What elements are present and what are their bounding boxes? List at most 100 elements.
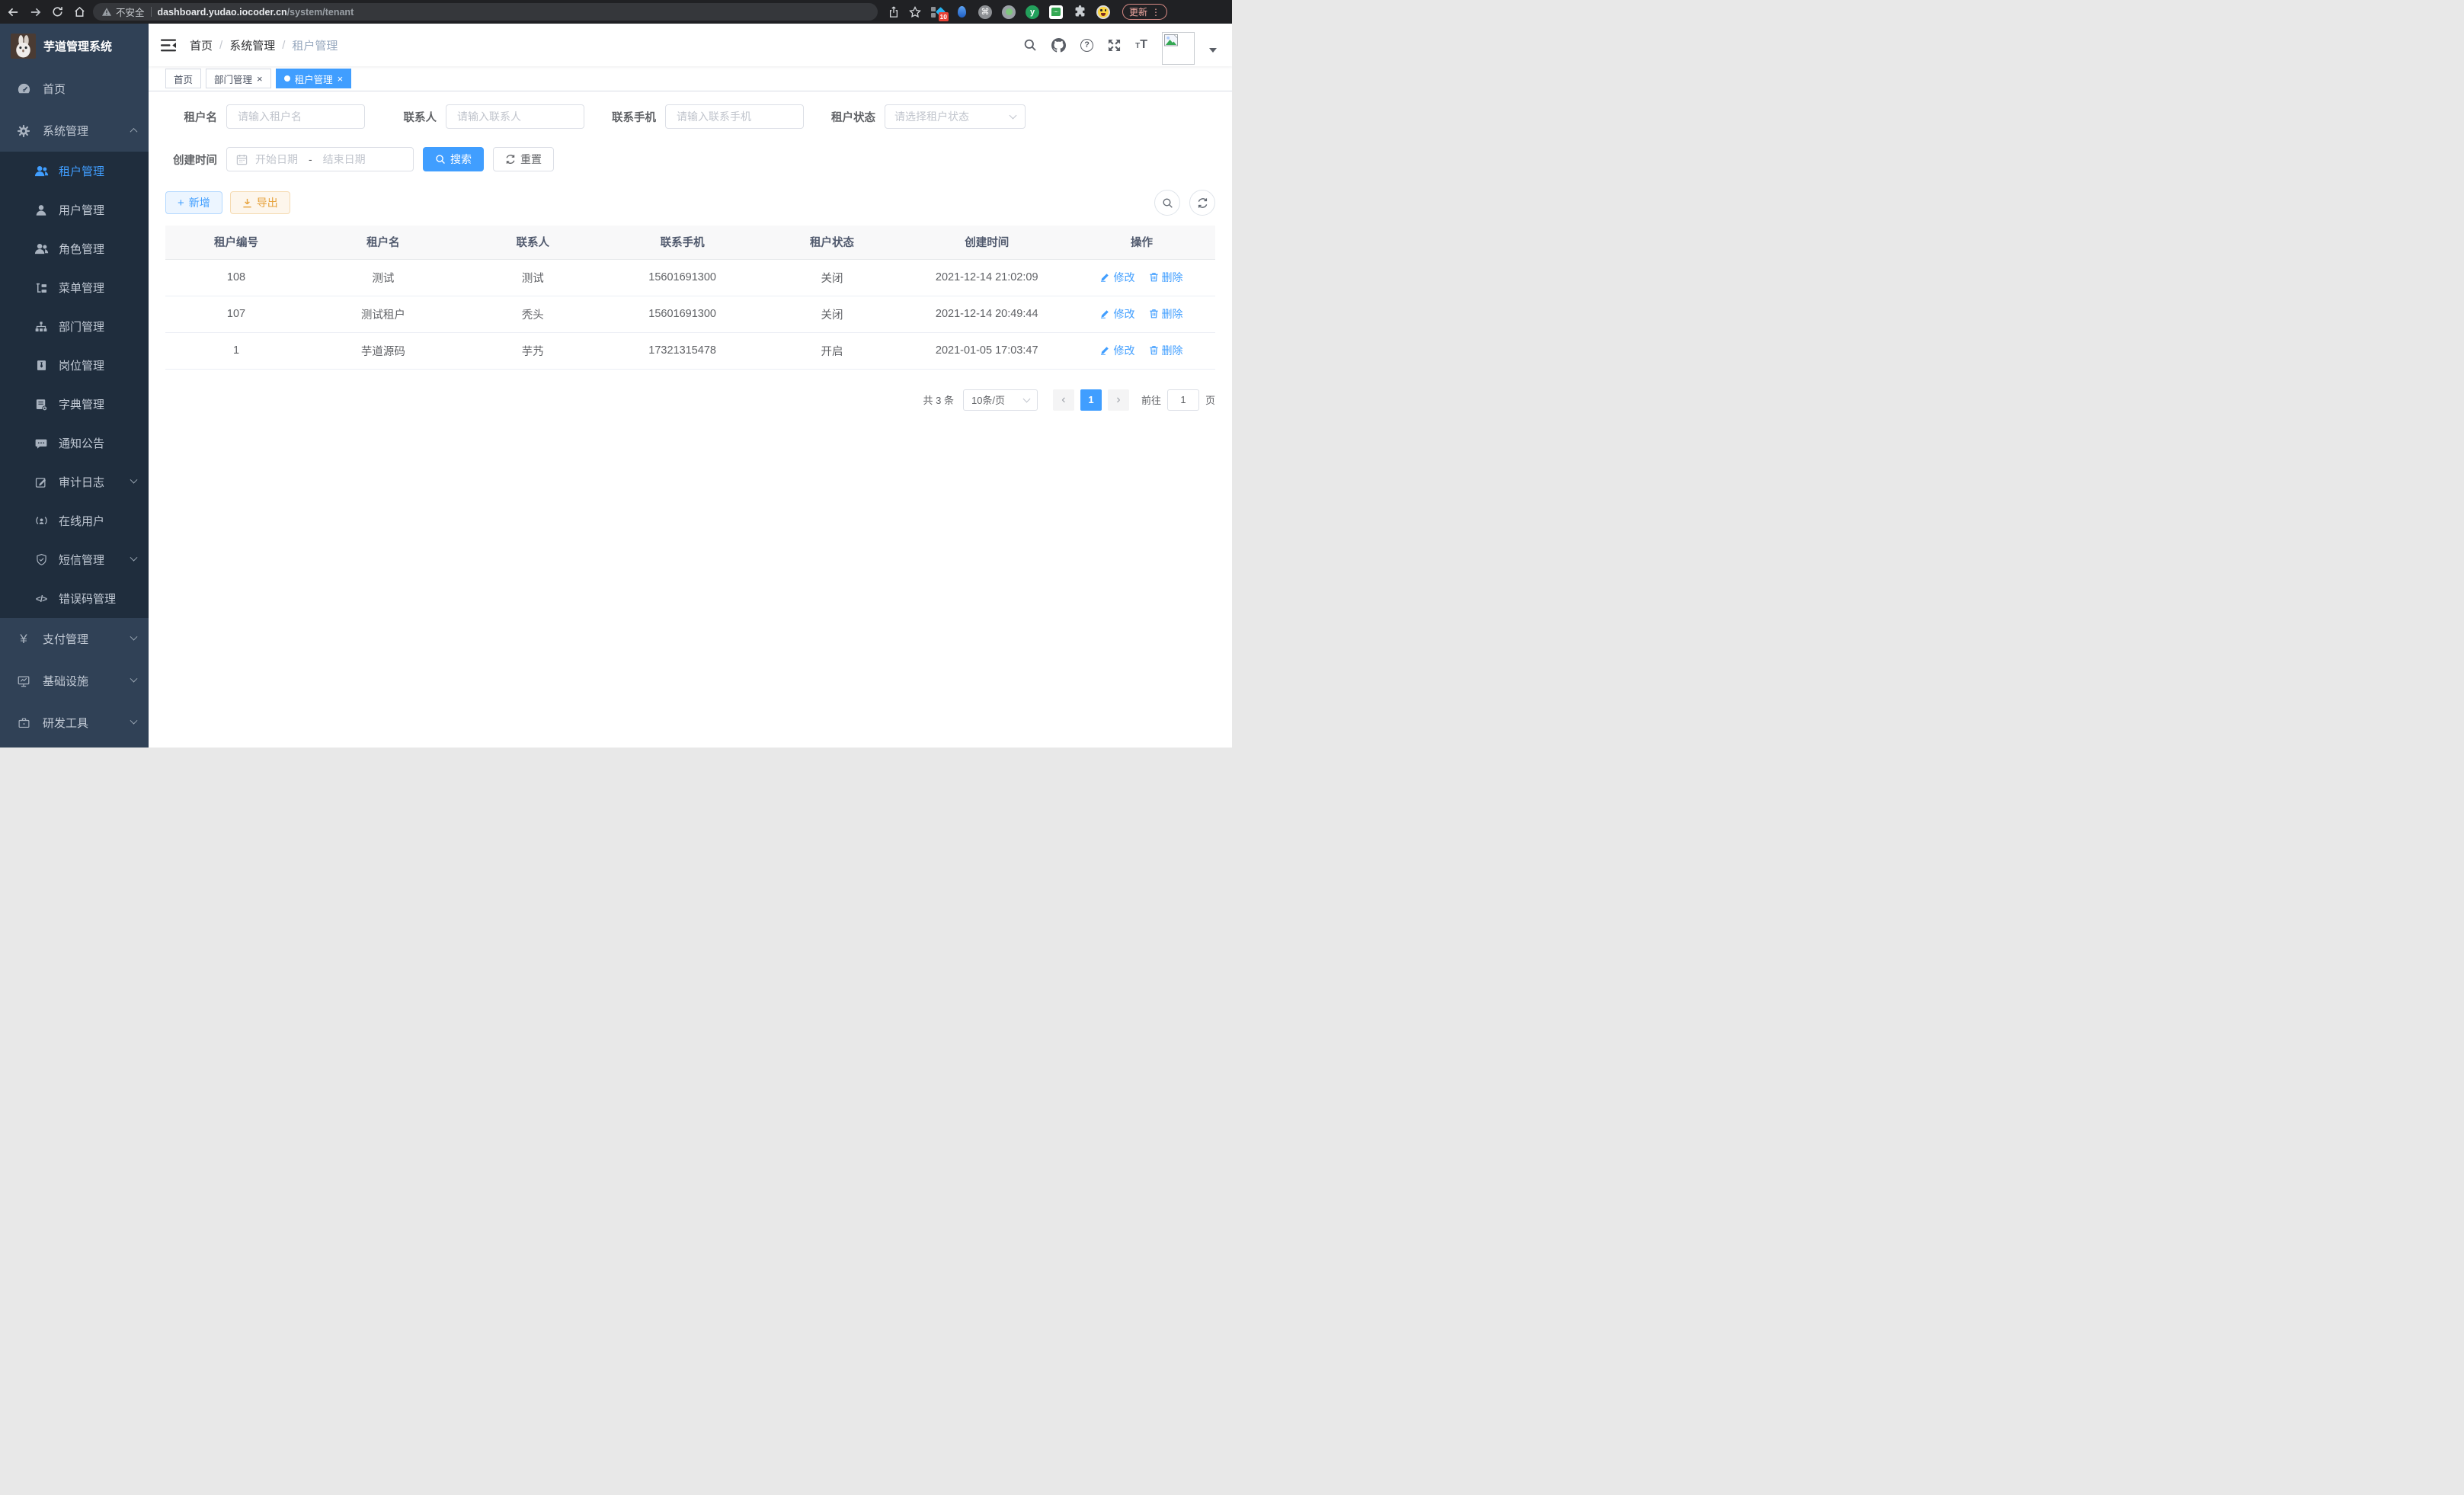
sidebar: 芋道管理系统 首页 系统管理 租户管 [0, 24, 149, 748]
next-page-button[interactable]: › [1108, 389, 1129, 411]
goto-page-input[interactable] [1167, 389, 1199, 411]
page-1-button[interactable]: 1 [1080, 389, 1102, 411]
chevron-down-icon [130, 717, 138, 725]
header-search-icon[interactable] [1023, 38, 1037, 52]
breadcrumb-separator: / [219, 39, 222, 52]
chrome-update-button[interactable]: 更新 ⋮ [1122, 4, 1167, 20]
sidebar-item-menu[interactable]: 菜单管理 [0, 268, 149, 307]
browser-menu-icon[interactable]: ⋮ [1151, 7, 1160, 18]
edit-link[interactable]: 修改 [1100, 343, 1134, 358]
extension-tabs-icon[interactable]: 10 [931, 5, 945, 19]
cell-created: 2021-12-14 21:02:09 [905, 259, 1068, 296]
table-row: 108 测试 测试 15601691300 关闭 2021-12-14 21:0… [165, 259, 1215, 296]
sidebar-item-error-code[interactable]: </> 错误码管理 [0, 579, 149, 618]
sidebar-item-audit-log[interactable]: 审计日志 [0, 463, 149, 501]
breadcrumb-home[interactable]: 首页 [190, 37, 213, 53]
plus-icon: + [178, 197, 184, 209]
tenant-name-input[interactable] [226, 104, 365, 129]
sidebar-item-dict[interactable]: 字典管理 [0, 385, 149, 424]
update-label: 更新 [1129, 5, 1147, 18]
tab-dept[interactable]: 部门管理 × [206, 69, 271, 88]
font-size-icon[interactable]: TT [1135, 38, 1147, 52]
sidebar-item-pay[interactable]: ¥ 支付管理 [0, 618, 149, 660]
cell-id: 108 [165, 259, 307, 296]
fullscreen-icon[interactable] [1108, 39, 1121, 52]
sidebar-item-role[interactable]: 角色管理 [0, 229, 149, 268]
col-header-name: 租户名 [307, 226, 459, 259]
security-label: 不安全 [116, 5, 145, 19]
edit-link[interactable]: 修改 [1100, 270, 1134, 285]
date-range-picker[interactable]: 开始日期 - 结束日期 [226, 147, 414, 171]
user-avatar[interactable] [1162, 32, 1195, 65]
status-select[interactable]: 请选择租户状态 [885, 104, 1026, 129]
sidebar-item-label: 通知公告 [59, 435, 104, 451]
main-area: 首页 / 系统管理 / 租户管理 ? [149, 24, 1232, 748]
github-icon[interactable] [1051, 38, 1066, 53]
bookmark-star-icon[interactable] [909, 6, 921, 18]
mobile-input[interactable] [665, 104, 804, 129]
add-button[interactable]: + 新增 [165, 191, 222, 214]
avatar-dropdown-caret-icon[interactable] [1209, 48, 1217, 53]
show-search-toggle-button[interactable] [1154, 190, 1180, 216]
home-icon[interactable] [74, 6, 85, 18]
chevron-up-icon [130, 128, 138, 136]
sidebar-item-tenant[interactable]: 租户管理 [0, 152, 149, 190]
close-icon[interactable]: × [257, 74, 263, 84]
forward-icon[interactable] [30, 7, 41, 18]
address-bar[interactable]: 不安全 dashboard.yudao.iocoder.cn/system/te… [93, 3, 878, 21]
sidebar-item-system[interactable]: 系统管理 [0, 110, 149, 152]
contact-input[interactable] [446, 104, 584, 129]
table-row: 1 芋道源码 芋艿 17321315478 开启 2021-01-05 17:0… [165, 332, 1215, 369]
sidebar-item-label: 审计日志 [59, 474, 104, 490]
cell-actions: 修改 删除 [1068, 332, 1215, 369]
reload-icon[interactable] [52, 6, 63, 18]
sidebar-item-home[interactable]: 首页 [0, 68, 149, 110]
delete-link[interactable]: 删除 [1149, 306, 1183, 322]
sidebar-item-devtools[interactable]: 研发工具 [0, 702, 149, 744]
back-icon[interactable] [8, 7, 19, 18]
sidebar-item-online-users[interactable]: 在线用户 [0, 501, 149, 540]
extension-chat-icon[interactable] [1049, 5, 1063, 19]
tab-home[interactable]: 首页 [165, 69, 201, 88]
trash-icon [1149, 309, 1159, 319]
cell-id: 1 [165, 332, 307, 369]
delete-link[interactable]: 删除 [1149, 343, 1183, 358]
extension-pin-icon[interactable] [955, 5, 968, 19]
security-indicator[interactable]: 不安全 [102, 5, 145, 19]
delete-link[interactable]: 删除 [1149, 270, 1183, 285]
app-frame: 芋道管理系统 首页 系统管理 租户管 [0, 24, 1232, 748]
edit-link[interactable]: 修改 [1100, 306, 1134, 322]
page-content: 租户名 联系人 联系手机 租户状态 请选择租户状态 [149, 91, 1232, 411]
page-size-select[interactable]: 10条/页 [963, 389, 1038, 411]
close-icon[interactable]: × [338, 74, 344, 84]
share-icon[interactable] [888, 6, 899, 18]
prev-page-button[interactable]: ‹ [1053, 389, 1074, 411]
sidebar-item-user[interactable]: 用户管理 [0, 190, 149, 229]
user-icon [34, 203, 49, 217]
dashboard-icon [15, 82, 32, 96]
export-button[interactable]: 导出 [230, 191, 290, 214]
search-button[interactable]: 搜索 [423, 147, 484, 171]
refresh-table-button[interactable] [1189, 190, 1215, 216]
col-header-id: 租户编号 [165, 226, 307, 259]
help-icon[interactable]: ? [1080, 39, 1093, 52]
extension-y-icon[interactable]: y [1026, 5, 1039, 19]
sidebar-item-post[interactable]: 岗位管理 [0, 346, 149, 385]
extension-command-icon[interactable]: ⌘ [978, 5, 992, 19]
sidebar-item-notice[interactable]: 通知公告 [0, 424, 149, 463]
sidebar-item-sms[interactable]: 短信管理 [0, 540, 149, 579]
cell-id: 107 [165, 296, 307, 332]
message-bubble-icon [34, 437, 49, 450]
extensions-puzzle-icon[interactable] [1073, 5, 1086, 19]
reset-button[interactable]: 重置 [493, 147, 554, 171]
sidebar-logo[interactable]: 芋道管理系统 [0, 24, 149, 68]
profile-avatar-icon[interactable] [1096, 5, 1110, 19]
sidebar-item-dept[interactable]: 部门管理 [0, 307, 149, 346]
pagination: 共 3 条 10条/页 ‹ 1 › 前往 页 [165, 389, 1215, 411]
sidebar-collapse-icon[interactable] [161, 39, 176, 52]
extension-recorder-icon[interactable] [1002, 5, 1016, 19]
col-header-created: 创建时间 [905, 226, 1068, 259]
sidebar-item-infra[interactable]: 基础设施 [0, 660, 149, 702]
tab-tenant[interactable]: 租户管理 × [276, 69, 352, 88]
breadcrumb-system[interactable]: 系统管理 [229, 37, 275, 53]
